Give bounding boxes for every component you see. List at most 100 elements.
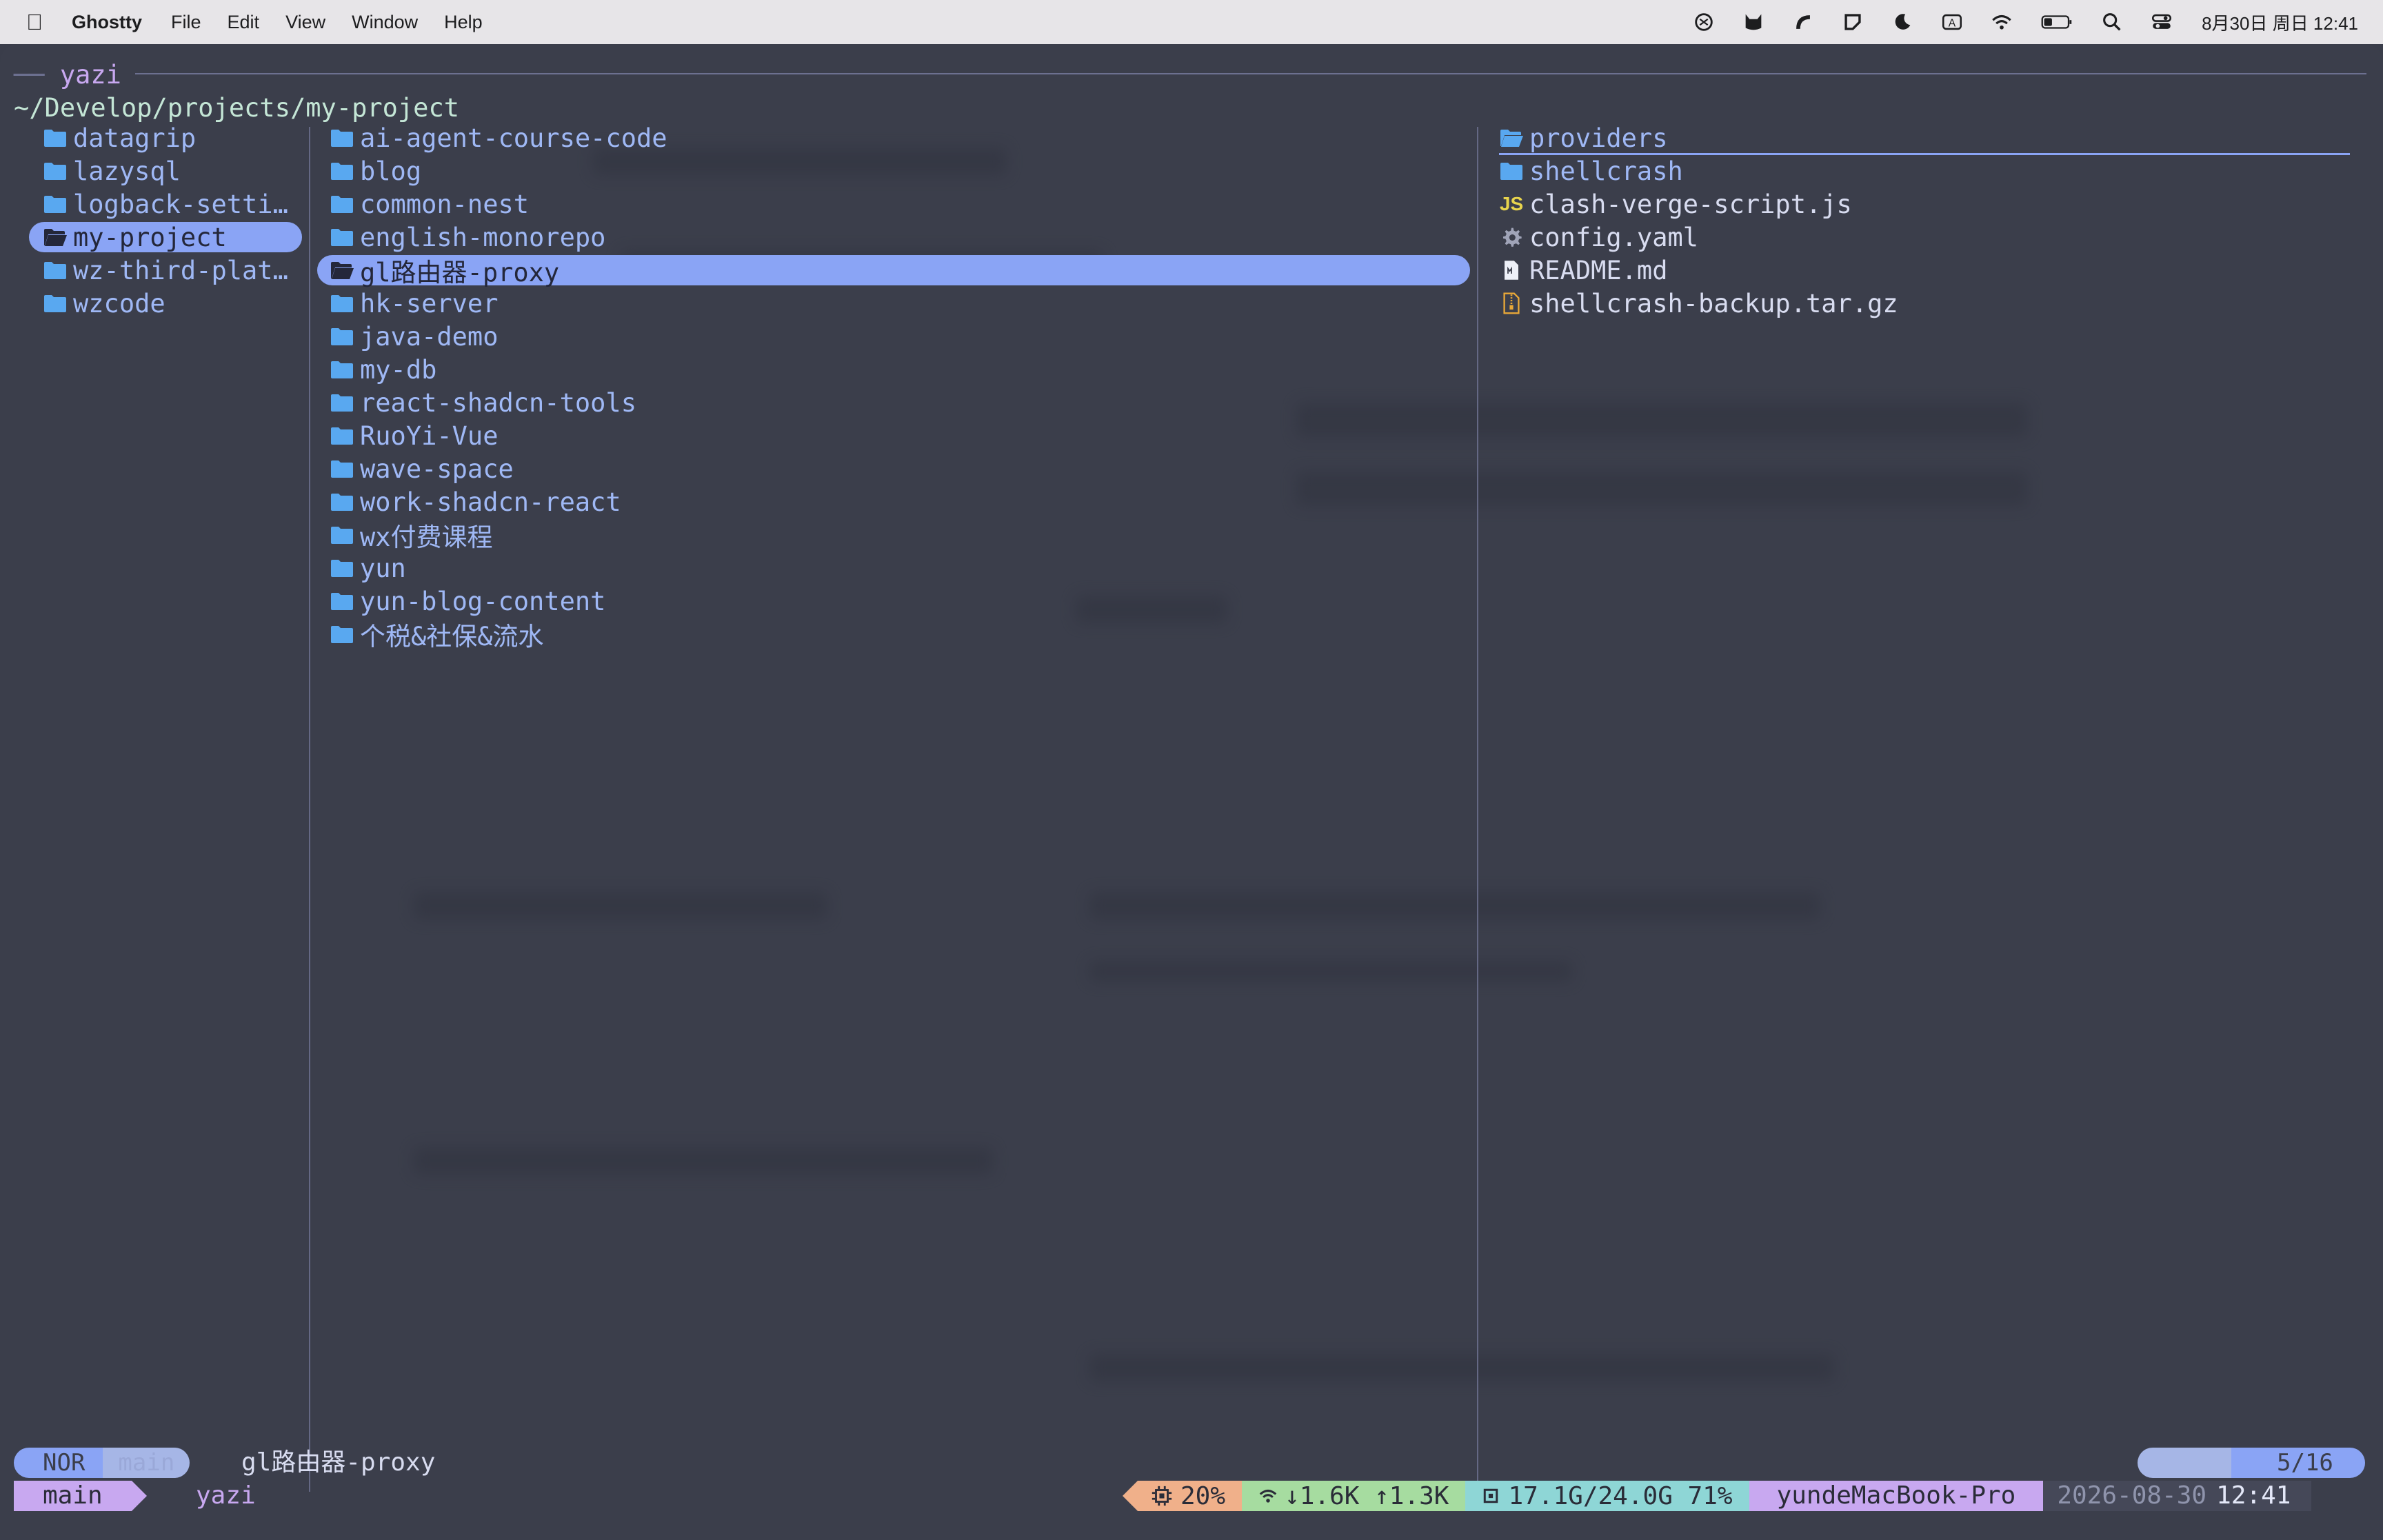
selected-file-name: gl路由器-proxy bbox=[241, 1448, 436, 1477]
folder-icon bbox=[330, 623, 354, 645]
tmux-status-right: 20% ↓1.6K ↑1.3K 17.1G/24.0G 71% yundeMac… bbox=[1123, 1481, 2312, 1511]
gear-icon bbox=[1499, 226, 1524, 248]
openai-icon[interactable] bbox=[1691, 10, 1716, 34]
menu-app-name[interactable]: Ghostty bbox=[72, 12, 142, 33]
host-segment: yundeMacBook-Pro bbox=[1749, 1481, 2044, 1511]
current-item[interactable]: react-shadcn-tools bbox=[330, 387, 636, 418]
preview-item-config[interactable]: config.yaml bbox=[1499, 222, 1698, 252]
pane-divider-right[interactable] bbox=[1477, 127, 1478, 1492]
markdown-icon bbox=[1499, 259, 1524, 281]
preview-item-providers[interactable]: providers bbox=[1499, 123, 2350, 155]
current-item[interactable]: english-monorepo bbox=[330, 222, 605, 252]
current-item[interactable]: RuoYi-Vue bbox=[330, 421, 498, 451]
folder-icon bbox=[330, 557, 354, 579]
time-segment: 12:41 bbox=[2216, 1481, 2312, 1511]
current-item[interactable]: yun-blog-content bbox=[330, 586, 605, 616]
mode-indicator: NOR main bbox=[14, 1448, 190, 1478]
parent-item-datagrip[interactable]: datagrip bbox=[43, 123, 196, 153]
parent-item-wzcode[interactable]: wzcode bbox=[43, 288, 165, 318]
folder-icon bbox=[43, 292, 68, 314]
position-indicator: 5/16 bbox=[2138, 1448, 2365, 1478]
current-item[interactable]: 个税&社保&流水 bbox=[330, 619, 544, 651]
terminal-window: ── yazi ~/Develop/projects/my-project da… bbox=[0, 44, 2383, 1540]
folder-icon bbox=[330, 358, 354, 381]
tmux-window-name[interactable]: yazi bbox=[196, 1481, 256, 1511]
folder-icon bbox=[43, 193, 68, 215]
folder-icon bbox=[330, 325, 354, 347]
position-pill-left bbox=[2138, 1448, 2231, 1478]
powerline-arrow-icon bbox=[131, 1481, 147, 1511]
menu-clock[interactable]: 8月30日 周日 12:41 bbox=[2202, 10, 2358, 35]
menu-file[interactable]: File bbox=[171, 12, 201, 33]
date-segment: 2026-08-30 bbox=[2043, 1481, 2217, 1511]
current-path: ~/Develop/projects/my-project bbox=[14, 93, 460, 123]
session-label: main bbox=[14, 1481, 132, 1511]
moon-icon[interactable] bbox=[1890, 10, 1915, 34]
js-icon: JS bbox=[1499, 193, 1524, 214]
current-item[interactable]: common-nest bbox=[330, 189, 529, 219]
parent-item-logback-settings[interactable]: logback-setti… bbox=[43, 189, 288, 219]
cat-icon[interactable] bbox=[1741, 10, 1766, 34]
network-segment: ↓1.6K ↑1.3K bbox=[1242, 1481, 1466, 1511]
parent-item-wz-third-platform[interactable]: wz-third-plat… bbox=[43, 255, 288, 285]
folder-open-icon bbox=[43, 226, 68, 248]
folder-icon bbox=[330, 127, 354, 149]
folder-icon bbox=[330, 491, 354, 513]
pane-divider-left[interactable] bbox=[309, 127, 310, 1492]
parent-item-lazysql[interactable]: lazysql bbox=[43, 156, 181, 186]
input-method-icon[interactable]: A bbox=[1940, 10, 1964, 34]
folder-icon bbox=[1499, 160, 1524, 182]
memory-icon bbox=[1484, 1488, 1498, 1503]
parent-item-my-project[interactable]: my-project bbox=[29, 222, 302, 252]
menu-bar:  Ghostty File Edit View Window Help A bbox=[0, 0, 2383, 44]
tmux-session[interactable]: main bbox=[14, 1481, 147, 1511]
mode-secondary-label: main bbox=[103, 1448, 190, 1478]
folder-icon bbox=[43, 127, 68, 149]
svg-text:A: A bbox=[1949, 17, 1956, 29]
mode-label: NOR bbox=[14, 1448, 103, 1478]
folder-icon bbox=[330, 392, 354, 414]
preview-item-js[interactable]: JS clash-verge-script.js bbox=[1499, 189, 1852, 219]
current-item[interactable]: work-shadcn-react bbox=[330, 487, 621, 517]
battery-icon[interactable] bbox=[2039, 10, 2075, 34]
folder-open-icon bbox=[1499, 127, 1524, 149]
current-item[interactable]: wx付费课程 bbox=[330, 520, 493, 552]
current-item-selected[interactable]: gl路由器-proxy bbox=[317, 255, 1470, 287]
apple-icon[interactable]:  bbox=[26, 10, 43, 35]
folder-open-icon bbox=[330, 259, 354, 281]
cpu-segment: 20% bbox=[1138, 1481, 1243, 1511]
folder-icon bbox=[330, 160, 354, 182]
folder-icon bbox=[330, 292, 354, 314]
folder-icon bbox=[330, 226, 354, 248]
preview-item-readme[interactable]: README.md bbox=[1499, 255, 1667, 285]
current-item[interactable]: java-demo bbox=[330, 321, 498, 352]
powerline-arrow-icon bbox=[1123, 1481, 1138, 1511]
preview-item-shellcrash[interactable]: shellcrash bbox=[1499, 156, 1683, 186]
current-item[interactable]: hk-server bbox=[330, 288, 498, 318]
memory-segment: 17.1G/24.0G 71% bbox=[1465, 1481, 1749, 1511]
current-item[interactable]: yun bbox=[330, 553, 406, 583]
control-center-icon[interactable] bbox=[2149, 10, 2174, 34]
menu-window[interactable]: Window bbox=[352, 12, 418, 33]
wifi-icon bbox=[1259, 1490, 1277, 1503]
current-item[interactable]: my-db bbox=[330, 354, 436, 385]
search-icon[interactable] bbox=[2100, 10, 2124, 34]
folder-icon bbox=[43, 259, 68, 281]
tab-title[interactable]: ── yazi bbox=[14, 59, 121, 92]
folder-icon bbox=[330, 193, 354, 215]
menu-view[interactable]: View bbox=[285, 12, 325, 33]
folder-icon bbox=[43, 160, 68, 182]
preview-item-archive[interactable]: shellcrash-backup.tar.gz bbox=[1499, 288, 1898, 318]
archive-icon bbox=[1499, 292, 1524, 314]
feed-icon[interactable] bbox=[1791, 10, 1816, 34]
position-label: 5/16 bbox=[2231, 1448, 2365, 1478]
menu-help[interactable]: Help bbox=[444, 12, 483, 33]
clipboard-icon[interactable] bbox=[1840, 10, 1865, 34]
wifi-icon[interactable] bbox=[1989, 10, 2014, 34]
current-item[interactable]: ai-agent-course-code bbox=[330, 123, 667, 153]
current-item[interactable]: wave-space bbox=[330, 454, 514, 484]
menu-edit[interactable]: Edit bbox=[228, 12, 260, 33]
current-item[interactable]: blog bbox=[330, 156, 421, 186]
folder-icon bbox=[330, 425, 354, 447]
tab-rule bbox=[135, 73, 2366, 74]
